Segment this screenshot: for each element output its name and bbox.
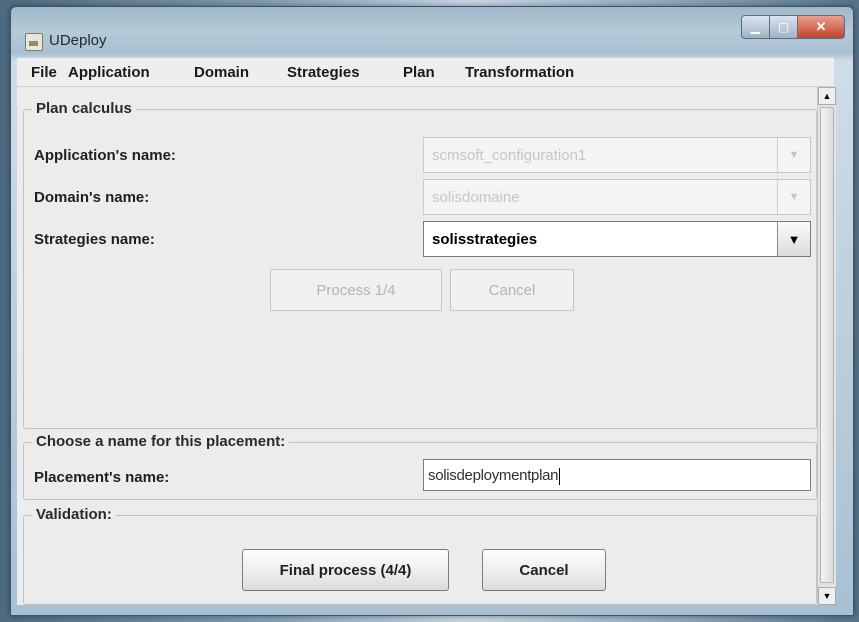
menu-application[interactable]: Application	[68, 64, 150, 81]
menu-strategies[interactable]: Strategies	[287, 64, 360, 81]
application-name-value: scmsoft_configuration1	[432, 147, 587, 164]
minimize-button[interactable]: ▁	[741, 15, 770, 39]
close-button[interactable]: ✕	[798, 15, 845, 39]
domain-name-value: solisdomaine	[432, 189, 520, 206]
menu-domain[interactable]: Domain	[194, 64, 249, 81]
close-icon: ✕	[815, 19, 827, 34]
placement-name-value: solisdeploymentplan	[428, 467, 559, 484]
placement-name-input[interactable]: solisdeploymentplan	[423, 459, 811, 491]
plan-cancel-button[interactable]: Cancel	[450, 269, 574, 311]
domain-name-label: Domain's name:	[34, 189, 150, 206]
maximize-icon: ▢	[777, 20, 790, 34]
strategies-name-label: Strategies name:	[34, 231, 155, 248]
chevron-down-icon: ▼	[777, 138, 810, 172]
validation-group-title: Validation:	[32, 506, 116, 523]
title-bar[interactable]: UDeploy ▁ ▢ ✕	[11, 7, 853, 59]
window-controls: ▁ ▢ ✕	[741, 15, 845, 39]
process-button[interactable]: Process 1/4	[270, 269, 442, 311]
validation-cancel-button[interactable]: Cancel	[482, 549, 606, 591]
window-title: UDeploy	[49, 32, 107, 49]
app-icon	[25, 33, 43, 51]
application-name-combo[interactable]: scmsoft_configuration1 ▼	[423, 137, 811, 173]
strategies-name-value: solisstrategies	[432, 231, 538, 248]
chevron-down-icon: ▼	[777, 222, 810, 256]
text-cursor	[559, 467, 561, 485]
menu-file[interactable]: File	[31, 64, 57, 81]
scroll-up-button[interactable]: ▲	[818, 87, 836, 105]
menu-transformation[interactable]: Transformation	[465, 64, 574, 81]
arrow-down-icon: ▼	[822, 591, 832, 601]
chevron-down-icon: ▼	[777, 180, 810, 214]
application-name-label: Application's name:	[34, 147, 176, 164]
scrollbar-thumb[interactable]	[820, 107, 834, 583]
maximize-button[interactable]: ▢	[770, 15, 798, 39]
vertical-scrollbar[interactable]: ▲ ▼	[817, 87, 836, 605]
scroll-down-button[interactable]: ▼	[818, 587, 836, 605]
main-panel: Plan calculus Application's name: scmsof…	[17, 87, 817, 605]
domain-name-combo[interactable]: solisdomaine ▼	[423, 179, 811, 215]
plan-calculus-title: Plan calculus	[32, 100, 136, 117]
placement-name-label: Placement's name:	[34, 469, 170, 486]
final-process-button[interactable]: Final process (4/4)	[242, 549, 449, 591]
strategies-name-combo[interactable]: solisstrategies ▼	[423, 221, 811, 257]
arrow-up-icon: ▲	[822, 91, 832, 101]
menu-bar: File Application Domain Strategies Plan …	[17, 58, 834, 87]
menu-plan[interactable]: Plan	[403, 64, 435, 81]
placement-group-title: Choose a name for this placement:	[32, 433, 290, 450]
minimize-icon: ▁	[750, 20, 761, 34]
